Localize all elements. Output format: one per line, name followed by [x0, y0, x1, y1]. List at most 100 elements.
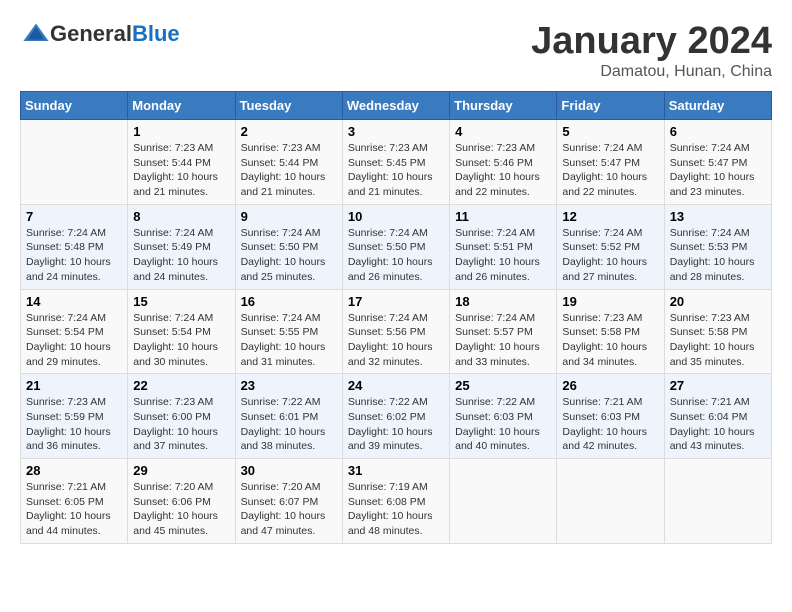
day-number: 12	[562, 209, 658, 224]
day-info: Sunrise: 7:23 AM Sunset: 5:58 PM Dayligh…	[670, 311, 766, 370]
calendar-cell: 10 Sunrise: 7:24 AM Sunset: 5:50 PM Dayli…	[342, 204, 449, 289]
calendar-cell: 21 Sunrise: 7:23 AM Sunset: 5:59 PM Dayli…	[21, 374, 128, 459]
day-info: Sunrise: 7:24 AM Sunset: 5:54 PM Dayligh…	[26, 311, 122, 370]
day-number: 13	[670, 209, 766, 224]
weekday-header: Tuesday	[235, 92, 342, 120]
day-info: Sunrise: 7:20 AM Sunset: 6:06 PM Dayligh…	[133, 480, 229, 539]
day-number: 17	[348, 294, 444, 309]
page-header: GeneralBlue January 2024 Damatou, Hunan,…	[20, 20, 772, 81]
calendar-cell: 5 Sunrise: 7:24 AM Sunset: 5:47 PM Daylig…	[557, 120, 664, 205]
calendar-cell: 14 Sunrise: 7:24 AM Sunset: 5:54 PM Dayli…	[21, 289, 128, 374]
day-info: Sunrise: 7:24 AM Sunset: 5:49 PM Dayligh…	[133, 226, 229, 285]
day-number: 23	[241, 378, 337, 393]
day-info: Sunrise: 7:24 AM Sunset: 5:47 PM Dayligh…	[562, 141, 658, 200]
calendar-week-row: 7 Sunrise: 7:24 AM Sunset: 5:48 PM Daylig…	[21, 204, 772, 289]
day-number: 14	[26, 294, 122, 309]
day-info: Sunrise: 7:20 AM Sunset: 6:07 PM Dayligh…	[241, 480, 337, 539]
calendar-cell: 24 Sunrise: 7:22 AM Sunset: 6:02 PM Dayli…	[342, 374, 449, 459]
day-number: 24	[348, 378, 444, 393]
day-info: Sunrise: 7:23 AM Sunset: 5:44 PM Dayligh…	[241, 141, 337, 200]
calendar-table: SundayMondayTuesdayWednesdayThursdayFrid…	[20, 91, 772, 544]
calendar-week-row: 28Sunrise: 7:21 AM Sunset: 6:05 PM Dayli…	[21, 459, 772, 544]
day-number: 1	[133, 124, 229, 139]
weekday-header: Sunday	[21, 92, 128, 120]
calendar-cell: 19 Sunrise: 7:23 AM Sunset: 5:58 PM Dayli…	[557, 289, 664, 374]
day-number: 19	[562, 294, 658, 309]
day-number: 20	[670, 294, 766, 309]
day-info: Sunrise: 7:23 AM Sunset: 5:58 PM Dayligh…	[562, 311, 658, 370]
day-number: 25	[455, 378, 551, 393]
day-number: 16	[241, 294, 337, 309]
calendar-cell: 1 Sunrise: 7:23 AM Sunset: 5:44 PM Daylig…	[128, 120, 235, 205]
day-number: 28	[26, 463, 122, 478]
day-info: Sunrise: 7:23 AM Sunset: 5:44 PM Dayligh…	[133, 141, 229, 200]
calendar-cell: 28Sunrise: 7:21 AM Sunset: 6:05 PM Dayli…	[21, 459, 128, 544]
weekday-header: Thursday	[450, 92, 557, 120]
day-number: 18	[455, 294, 551, 309]
day-number: 4	[455, 124, 551, 139]
weekday-header: Friday	[557, 92, 664, 120]
day-info: Sunrise: 7:24 AM Sunset: 5:54 PM Dayligh…	[133, 311, 229, 370]
day-number: 29	[133, 463, 229, 478]
logo-text-general: General	[50, 21, 132, 46]
calendar-cell: 17 Sunrise: 7:24 AM Sunset: 5:56 PM Dayli…	[342, 289, 449, 374]
calendar-cell: 15 Sunrise: 7:24 AM Sunset: 5:54 PM Dayli…	[128, 289, 235, 374]
calendar-week-row: 21 Sunrise: 7:23 AM Sunset: 5:59 PM Dayli…	[21, 374, 772, 459]
calendar-cell: 3 Sunrise: 7:23 AM Sunset: 5:45 PM Daylig…	[342, 120, 449, 205]
day-number: 15	[133, 294, 229, 309]
calendar-cell: 8Sunrise: 7:24 AM Sunset: 5:49 PM Daylig…	[128, 204, 235, 289]
day-info: Sunrise: 7:24 AM Sunset: 5:56 PM Dayligh…	[348, 311, 444, 370]
day-info: Sunrise: 7:21 AM Sunset: 6:03 PM Dayligh…	[562, 395, 658, 454]
calendar-cell: 12 Sunrise: 7:24 AM Sunset: 5:52 PM Dayli…	[557, 204, 664, 289]
day-info: Sunrise: 7:24 AM Sunset: 5:50 PM Dayligh…	[348, 226, 444, 285]
day-info: Sunrise: 7:19 AM Sunset: 6:08 PM Dayligh…	[348, 480, 444, 539]
calendar-cell: 26 Sunrise: 7:21 AM Sunset: 6:03 PM Dayli…	[557, 374, 664, 459]
day-number: 3	[348, 124, 444, 139]
day-info: Sunrise: 7:24 AM Sunset: 5:50 PM Dayligh…	[241, 226, 337, 285]
weekday-header: Monday	[128, 92, 235, 120]
day-info: Sunrise: 7:23 AM Sunset: 5:59 PM Dayligh…	[26, 395, 122, 454]
calendar-cell	[450, 459, 557, 544]
calendar-week-row: 1 Sunrise: 7:23 AM Sunset: 5:44 PM Daylig…	[21, 120, 772, 205]
weekday-header-row: SundayMondayTuesdayWednesdayThursdayFrid…	[21, 92, 772, 120]
day-number: 30	[241, 463, 337, 478]
location-title: Damatou, Hunan, China	[531, 63, 772, 81]
day-info: Sunrise: 7:22 AM Sunset: 6:02 PM Dayligh…	[348, 395, 444, 454]
calendar-cell: 11Sunrise: 7:24 AM Sunset: 5:51 PM Dayli…	[450, 204, 557, 289]
calendar-cell: 22Sunrise: 7:23 AM Sunset: 6:00 PM Dayli…	[128, 374, 235, 459]
day-info: Sunrise: 7:24 AM Sunset: 5:48 PM Dayligh…	[26, 226, 122, 285]
day-info: Sunrise: 7:24 AM Sunset: 5:52 PM Dayligh…	[562, 226, 658, 285]
calendar-cell: 30 Sunrise: 7:20 AM Sunset: 6:07 PM Dayli…	[235, 459, 342, 544]
logo: GeneralBlue	[20, 20, 180, 48]
day-number: 31	[348, 463, 444, 478]
weekday-header: Saturday	[664, 92, 771, 120]
day-number: 10	[348, 209, 444, 224]
day-info: Sunrise: 7:22 AM Sunset: 6:01 PM Dayligh…	[241, 395, 337, 454]
calendar-cell: 23 Sunrise: 7:22 AM Sunset: 6:01 PM Dayli…	[235, 374, 342, 459]
calendar-cell: 16Sunrise: 7:24 AM Sunset: 5:55 PM Dayli…	[235, 289, 342, 374]
day-info: Sunrise: 7:21 AM Sunset: 6:04 PM Dayligh…	[670, 395, 766, 454]
day-info: Sunrise: 7:23 AM Sunset: 5:45 PM Dayligh…	[348, 141, 444, 200]
day-number: 27	[670, 378, 766, 393]
logo-text-blue: Blue	[132, 21, 180, 46]
calendar-cell: 9Sunrise: 7:24 AM Sunset: 5:50 PM Daylig…	[235, 204, 342, 289]
day-number: 11	[455, 209, 551, 224]
calendar-cell: 4Sunrise: 7:23 AM Sunset: 5:46 PM Daylig…	[450, 120, 557, 205]
day-number: 7	[26, 209, 122, 224]
day-info: Sunrise: 7:24 AM Sunset: 5:47 PM Dayligh…	[670, 141, 766, 200]
calendar-cell	[664, 459, 771, 544]
calendar-cell: 13 Sunrise: 7:24 AM Sunset: 5:53 PM Dayli…	[664, 204, 771, 289]
day-number: 26	[562, 378, 658, 393]
day-number: 21	[26, 378, 122, 393]
calendar-cell: 7 Sunrise: 7:24 AM Sunset: 5:48 PM Daylig…	[21, 204, 128, 289]
day-info: Sunrise: 7:24 AM Sunset: 5:53 PM Dayligh…	[670, 226, 766, 285]
day-number: 5	[562, 124, 658, 139]
logo-icon	[22, 20, 50, 48]
calendar-cell	[21, 120, 128, 205]
day-number: 2	[241, 124, 337, 139]
calendar-week-row: 14 Sunrise: 7:24 AM Sunset: 5:54 PM Dayli…	[21, 289, 772, 374]
calendar-cell	[557, 459, 664, 544]
weekday-header: Wednesday	[342, 92, 449, 120]
calendar-cell: 25Sunrise: 7:22 AM Sunset: 6:03 PM Dayli…	[450, 374, 557, 459]
calendar-cell: 31 Sunrise: 7:19 AM Sunset: 6:08 PM Dayli…	[342, 459, 449, 544]
